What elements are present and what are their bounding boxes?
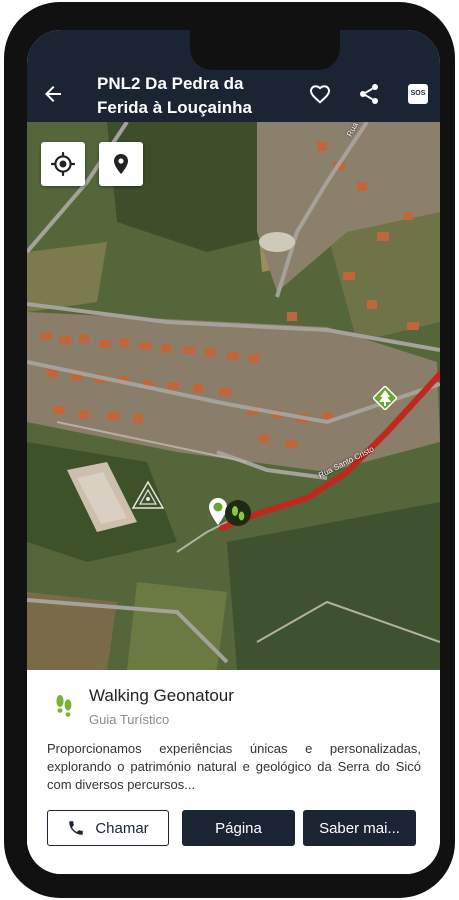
map-view[interactable]: Rua Mo... Rua Santo Cristo: [27, 122, 440, 670]
location-pin-button[interactable]: [99, 142, 143, 186]
poi-name: Walking Geonatour: [89, 686, 234, 705]
app-screen: PNL2 Da Pedra da Ferida à Louçainha SOS: [27, 30, 440, 874]
footprints-icon: [56, 695, 72, 717]
sos-button[interactable]: SOS: [408, 84, 428, 104]
crosshair-icon: [51, 152, 75, 176]
triangle-poi-marker[interactable]: [131, 480, 165, 510]
page-title-line-1: PNL2 Da Pedra da: [97, 74, 244, 93]
page-title-line-2: Ferida à Louçainha: [97, 98, 252, 117]
share-icon[interactable]: [357, 82, 381, 106]
page-title: PNL2 Da Pedra da Ferida à Louçainha: [97, 72, 297, 120]
heart-icon[interactable]: [308, 82, 332, 106]
camera-notch: [190, 30, 340, 70]
poi-description: Proporcionamos experiências únicas e per…: [47, 741, 421, 792]
back-arrow-icon[interactable]: [41, 82, 65, 106]
locate-me-button[interactable]: [41, 142, 85, 186]
phone-frame: PNL2 Da Pedra da Ferida à Louçainha SOS: [4, 2, 455, 898]
poi-card: Walking Geonatour Guia Turístico Proporc…: [27, 670, 440, 874]
tree-poi-marker[interactable]: [373, 386, 397, 410]
call-button-label: Chamar: [95, 819, 149, 837]
call-button[interactable]: Chamar: [47, 810, 169, 846]
poi-category: Guia Turístico: [89, 712, 170, 727]
learn-more-button[interactable]: Saber mai...: [303, 810, 416, 846]
phone-icon: [69, 821, 84, 835]
footprint-marker[interactable]: [223, 498, 253, 528]
page-button[interactable]: Página: [182, 810, 295, 846]
map-pin-icon: [114, 154, 128, 174]
